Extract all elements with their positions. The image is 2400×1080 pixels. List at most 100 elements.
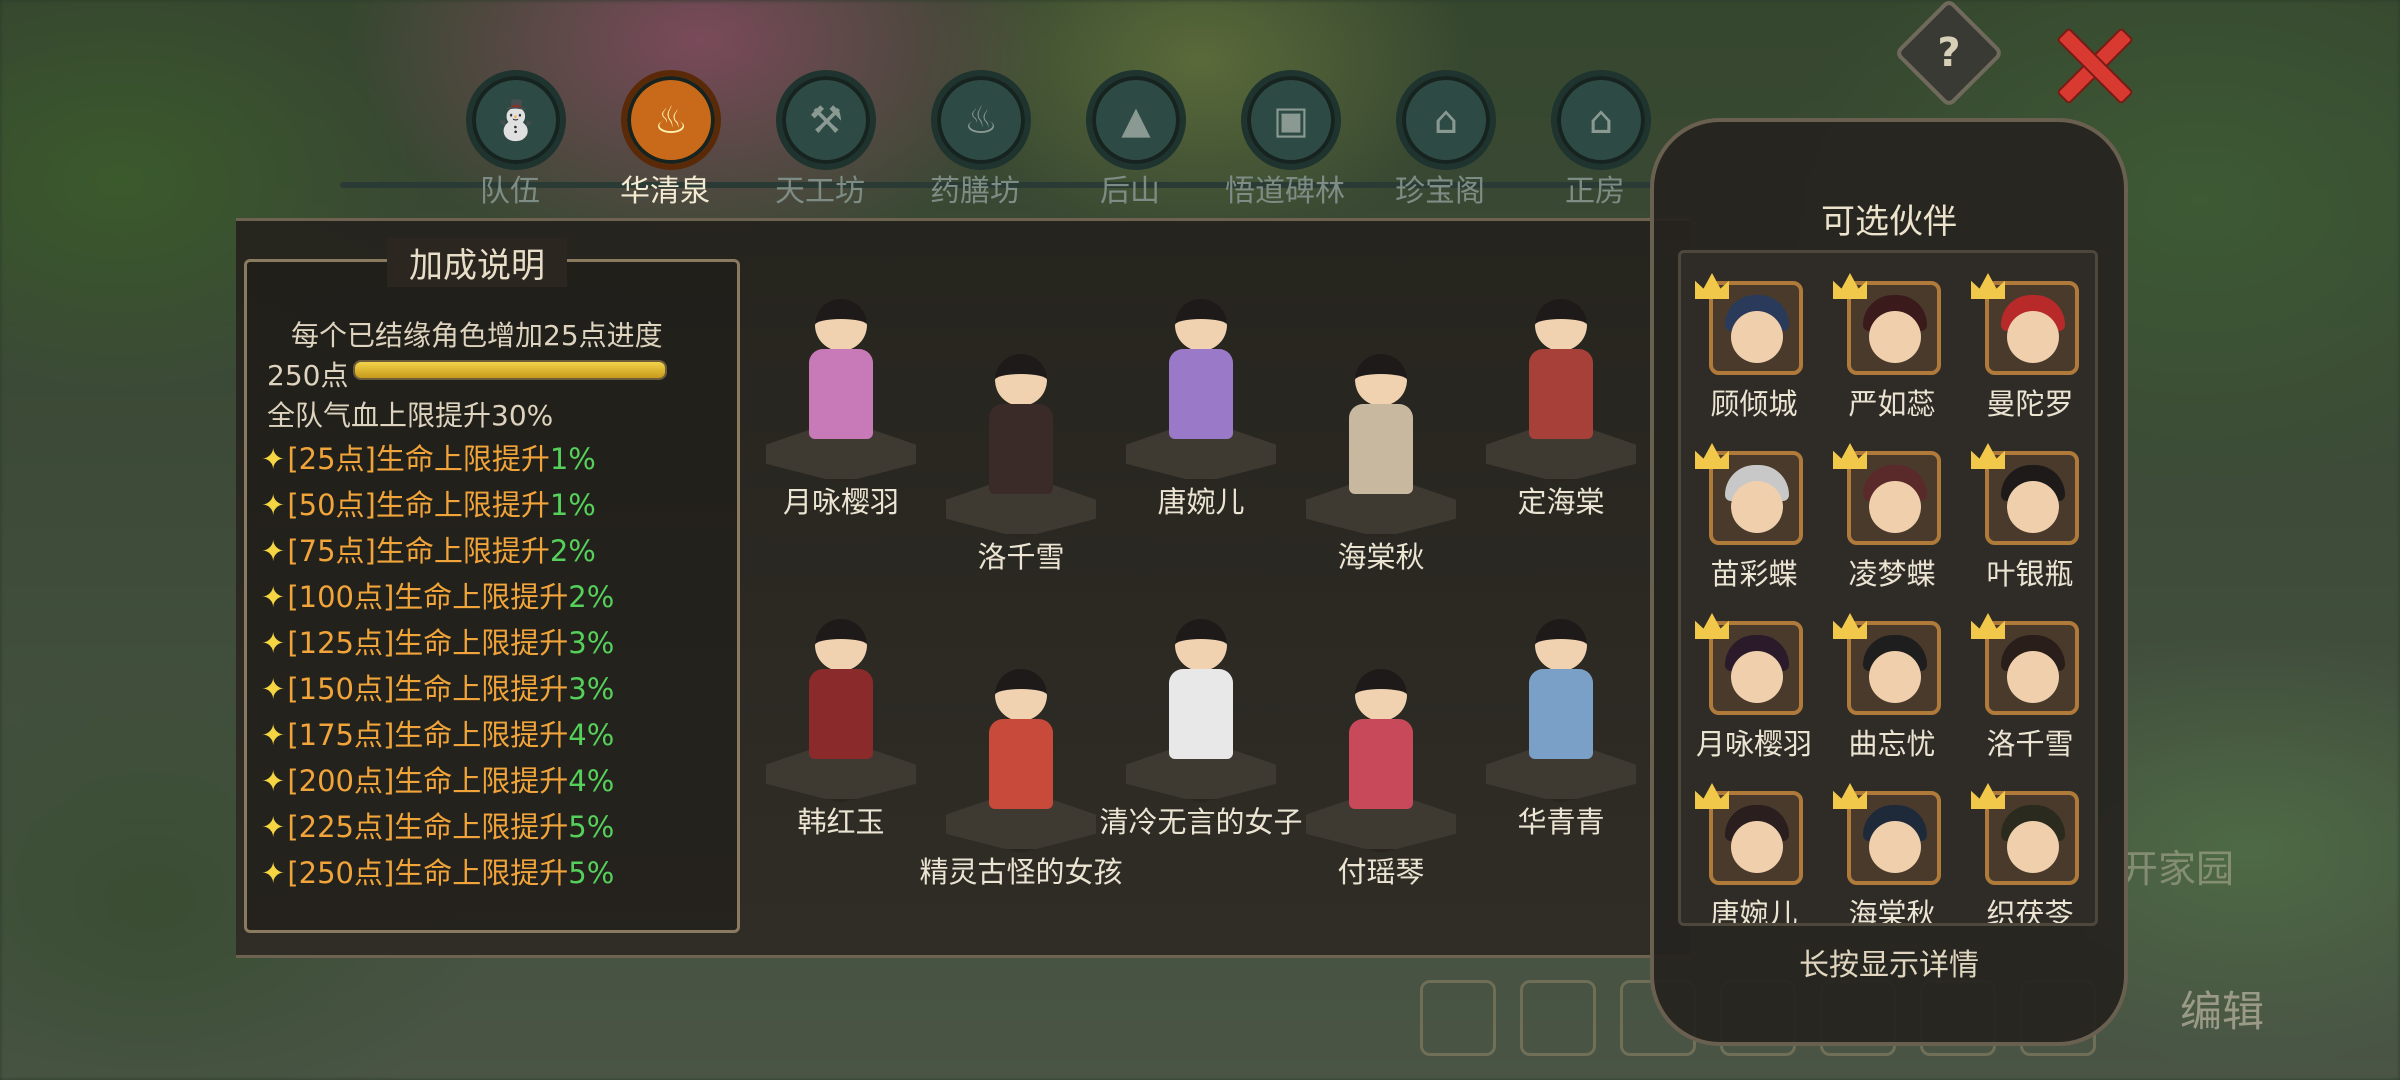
tab-emblem: ▲ (1086, 70, 1186, 170)
crown-icon (1695, 273, 1729, 299)
character-figure[interactable]: 华青青 (1476, 601, 1646, 841)
bonus-level-item: ✦[75点]生命上限提升2% (261, 528, 614, 574)
character-body (1349, 404, 1413, 494)
companion-item[interactable]: 叶银瓶 (1965, 443, 2095, 613)
open-home-label: 开家园 (2120, 847, 2235, 891)
character-name: 付瑶琴 (1337, 855, 1425, 889)
character-name: 洛千雪 (977, 540, 1065, 574)
crown-icon (1695, 613, 1729, 639)
avatar-face (1731, 651, 1783, 703)
bonus-level-item: ✦[25点]生命上限提升1% (261, 436, 614, 482)
character-head (995, 354, 1047, 406)
companion-name: 曼陀罗 (1986, 387, 2074, 421)
tab-label: 药膳坊 (930, 174, 1020, 209)
tab-2[interactable]: ⚒ 天工坊 (750, 70, 890, 210)
character-name: 华青青 (1517, 805, 1605, 839)
star-icon: ✦ (261, 718, 286, 752)
character-sprite (981, 348, 1061, 498)
bonus-level-text: [225点]生命上限提升 (287, 810, 569, 844)
character-body (1529, 669, 1593, 759)
mountain-icon: ▲ (1121, 98, 1151, 142)
companion-item[interactable]: 织茯苓 (1965, 783, 2095, 923)
character-head (1175, 299, 1227, 351)
companion-item[interactable]: 苗彩蝶 (1689, 443, 1819, 613)
bonus-level-pct: 3% (568, 672, 615, 706)
tab-1[interactable]: ♨ 华清泉 (595, 70, 735, 210)
close-icon[interactable] (2052, 22, 2132, 102)
character-body (809, 349, 873, 439)
character-sprite (1161, 613, 1241, 763)
bonus-level-item: ✦[100点]生命上限提升2% (261, 574, 614, 620)
companion-item[interactable]: 严如蕊 (1827, 273, 1957, 443)
workshop-icon: ⚒ (808, 98, 844, 142)
bonus-level-pct: 4% (568, 764, 615, 798)
companion-title: 可选伙伴 (1821, 202, 1957, 242)
companion-item[interactable]: 曼陀罗 (1965, 273, 2095, 443)
character-name: 唐婉儿 (1157, 485, 1245, 519)
character-figure[interactable]: 定海棠 (1476, 281, 1646, 521)
character-figure[interactable]: 海棠秋 (1296, 336, 1466, 576)
bonus-level-item: ✦[250点]生命上限提升5% (261, 850, 614, 896)
bonus-level-text: [100点]生命上限提升 (287, 580, 569, 614)
progress-fill (355, 362, 665, 378)
tab-label: 队伍 (480, 174, 540, 209)
character-figure[interactable]: 月咏樱羽 (756, 281, 926, 521)
companion-name: 严如蕊 (1848, 387, 1936, 421)
companion-hint: 长按显示详情 (1799, 948, 1979, 983)
character-name: 定海棠 (1517, 485, 1605, 519)
companion-list[interactable]: 顾倾城 严如蕊 曼陀罗苗彩蝶 凌梦蝶 叶银瓶月咏樱羽 曲忘忧 洛千雪唐婉儿 海棠秋 织茯苓 (1678, 250, 2098, 926)
companion-item[interactable]: 月咏樱羽 (1689, 613, 1819, 783)
tab-0[interactable]: ⛄ 队伍 (440, 70, 580, 210)
star-icon: ✦ (261, 488, 286, 522)
character-sprite (1341, 348, 1421, 498)
bonus-level-text: [150点]生命上限提升 (287, 672, 569, 706)
companion-item[interactable]: 凌梦蝶 (1827, 443, 1957, 613)
bonus-level-item: ✦[200点]生命上限提升4% (261, 758, 614, 804)
tab-4[interactable]: ▲ 后山 (1060, 70, 1200, 210)
character-figure[interactable]: 韩红玉 (756, 601, 926, 841)
bonus-level-text: [50点]生命上限提升 (287, 488, 550, 522)
companion-item[interactable]: 洛千雪 (1965, 613, 2095, 783)
tab-emblem: ⚒ (776, 70, 876, 170)
tab-label: 悟道碑林 (1225, 174, 1345, 209)
tab-7[interactable]: ⌂ 正房 (1525, 70, 1665, 210)
companion-item[interactable]: 唐婉儿 (1689, 783, 1819, 923)
avatar-face (1869, 821, 1921, 873)
bonus-level-pct: 2% (549, 534, 596, 568)
character-head (815, 619, 867, 671)
character-figure[interactable]: 唐婉儿 (1116, 281, 1286, 521)
companion-item[interactable]: 顾倾城 (1689, 273, 1819, 443)
tab-3[interactable]: ♨ 药膳坊 (905, 70, 1045, 210)
avatar-face (1731, 311, 1783, 363)
avatar-face (1731, 821, 1783, 873)
bonus-description: 每个已结缘角色增加25点进度 (291, 319, 663, 352)
companion-item[interactable]: 曲忘忧 (1827, 613, 1957, 783)
companion-item[interactable]: 海棠秋 (1827, 783, 1957, 923)
character-figure[interactable]: 精灵古怪的女孩 (919, 651, 1123, 891)
character-body (1349, 719, 1413, 809)
star-icon: ✦ (261, 856, 286, 890)
main-panel: 加成说明 每个已结缘角色增加25点进度 250点 全队气血上限提升30% ✦[2… (236, 218, 1690, 958)
character-figure[interactable]: 付瑶琴 (1296, 651, 1466, 891)
star-icon: ✦ (261, 626, 286, 660)
character-figure[interactable]: 洛千雪 (936, 336, 1106, 576)
tab-5[interactable]: ▣ 悟道碑林 (1215, 70, 1355, 210)
tab-label: 珍宝阁 (1395, 174, 1485, 209)
avatar-face (1869, 651, 1921, 703)
character-body (1169, 669, 1233, 759)
crown-icon (1695, 443, 1729, 469)
tab-6[interactable]: ⌂ 珍宝阁 (1370, 70, 1510, 210)
companion-name: 凌梦蝶 (1848, 557, 1936, 591)
bonus-level-pct: 1% (549, 488, 596, 522)
star-icon: ✦ (261, 580, 286, 614)
avatar-face (1869, 481, 1921, 533)
party-icon: ⛄ (492, 97, 540, 142)
character-figure[interactable]: 清冷无言的女子 (1099, 601, 1303, 841)
bonus-level-item: ✦[125点]生命上限提升3% (261, 620, 614, 666)
tab-emblem: ⌂ (1396, 70, 1496, 170)
companion-name: 唐婉儿 (1710, 897, 1798, 926)
bonus-level-item: ✦[50点]生命上限提升1% (261, 482, 614, 528)
companion-name: 叶银瓶 (1986, 557, 2074, 591)
character-sprite (981, 663, 1061, 813)
star-icon: ✦ (261, 764, 286, 798)
